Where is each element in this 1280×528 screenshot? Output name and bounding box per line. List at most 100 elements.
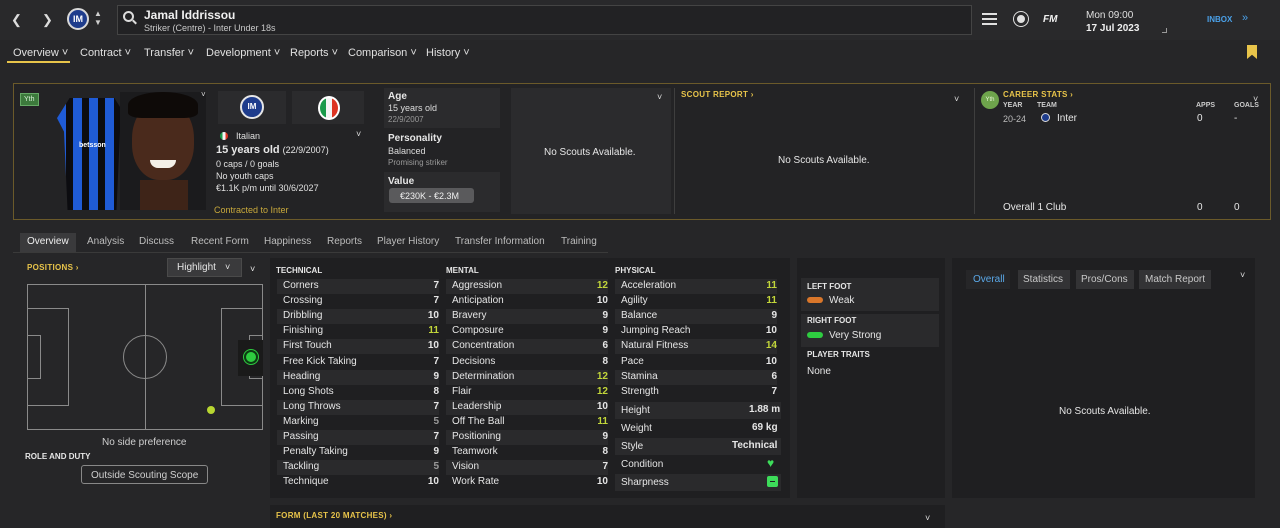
career-apps: 0	[1197, 113, 1203, 124]
subtab-player-history[interactable]: Player History	[377, 236, 439, 247]
contract-status[interactable]: Contracted to Inter	[214, 205, 289, 215]
attribute-row[interactable]: Long Throws 7	[277, 399, 439, 415]
attribute-row[interactable]: Passing 7	[277, 430, 439, 445]
scouts-dropdown-icon[interactable]: ˅	[657, 92, 662, 102]
attribute-row[interactable]: Corners 7	[277, 279, 439, 294]
side-preference: No side preference	[102, 437, 187, 448]
attribute-row[interactable]: Free Kick Taking 7	[277, 355, 439, 370]
menu-contract[interactable]: Contract ˅	[80, 47, 131, 59]
subtab-training[interactable]: Training	[561, 236, 597, 247]
secondary-position-dot[interactable]	[207, 406, 215, 414]
profile-dropdown-icon[interactable]: ˅	[356, 129, 361, 139]
attribute-row[interactable]: Concentration 6	[446, 339, 608, 355]
club-crest-icon[interactable]: IM	[67, 8, 89, 30]
attribute-row[interactable]: Leadership 10	[446, 399, 608, 415]
menu-development[interactable]: Development ˅	[206, 47, 280, 59]
age-value: 15 years old	[388, 103, 438, 113]
attribute-row[interactable]: Stamina 6	[615, 369, 777, 385]
scout-report-dropdown-icon[interactable]: ˅	[954, 94, 959, 104]
career-team[interactable]: Inter	[1057, 113, 1077, 124]
attribute-name: Heading	[283, 370, 321, 382]
subtab-discuss[interactable]: Discuss	[139, 236, 174, 247]
attribute-row[interactable]: Determination 12	[446, 369, 608, 385]
attribute-row[interactable]: Composure 9	[446, 324, 608, 339]
attribute-row[interactable]: Penalty Taking 9	[277, 445, 439, 460]
attribute-name: Anticipation	[452, 295, 504, 307]
career-stats-title[interactable]: CAREER STATS ›	[1003, 90, 1073, 99]
attribute-row[interactable]: Strength 7	[615, 385, 777, 400]
attribute-row[interactable]: Positioning 9	[446, 430, 608, 445]
natural-position-dot[interactable]	[243, 349, 259, 365]
back-icon[interactable]: ❮	[11, 12, 22, 28]
ball-icon[interactable]	[1013, 11, 1029, 27]
right-tab-overall[interactable]: Overall	[973, 274, 1005, 285]
positions-dropdown-icon[interactable]: ˅	[250, 264, 255, 274]
age-dob: 22/9/2007	[388, 115, 424, 124]
player-smile	[150, 160, 176, 168]
subtab-overview[interactable]: Overview	[27, 236, 69, 247]
menu-history[interactable]: History ˅	[426, 47, 470, 59]
attribute-row[interactable]: Anticipation 10	[446, 294, 608, 309]
positions-title[interactable]: POSITIONS ›	[27, 263, 79, 272]
subtab-reports[interactable]: Reports	[327, 236, 362, 247]
inbox-button[interactable]: INBOX	[1207, 15, 1232, 24]
right-tab-statistics[interactable]: Statistics	[1023, 274, 1063, 285]
menu-overview[interactable]: Overview ˅	[13, 47, 68, 59]
attribute-row[interactable]: Aggression 12	[446, 279, 608, 294]
attribute-row[interactable]: Balance 9	[615, 309, 777, 325]
attribute-row[interactable]: Acceleration 11	[615, 279, 777, 294]
form-title[interactable]: FORM (LAST 20 MATCHES) ›	[276, 511, 392, 520]
attribute-row[interactable]: Long Shots 8	[277, 385, 439, 400]
attribute-name: Technique	[283, 476, 329, 488]
right-tab-proscons[interactable]: Pros/Cons	[1081, 274, 1128, 285]
inter-crest-icon: IM	[240, 95, 264, 119]
subtab-happiness[interactable]: Happiness	[264, 236, 311, 247]
attribute-row[interactable]: Vision 7	[446, 460, 608, 476]
subtab-recent-form[interactable]: Recent Form	[191, 236, 249, 247]
attribute-name: Off The Ball	[452, 415, 505, 427]
forward-icon[interactable]: ❯	[42, 12, 53, 28]
date-day[interactable]: 17 Jul 2023	[1086, 23, 1139, 34]
attribute-row[interactable]: Bravery 9	[446, 309, 608, 325]
menu-transfer[interactable]: Transfer ˅	[144, 47, 194, 59]
attribute-row[interactable]: Heading 9	[277, 369, 439, 385]
attribute-row[interactable]: Natural Fitness 14	[615, 339, 777, 355]
age-summary-value: 15 years old	[216, 144, 280, 156]
attribute-row[interactable]: Marking 5	[277, 415, 439, 430]
attribute-row[interactable]: First Touch 10	[277, 339, 439, 355]
menu-comparison[interactable]: Comparison ˅	[348, 47, 417, 59]
condition-heart-icon: ♥	[767, 456, 775, 470]
attribute-name: Concentration	[452, 340, 515, 352]
attribute-row[interactable]: Agility 11	[615, 294, 777, 309]
attribute-row[interactable]: Jumping Reach 10	[615, 324, 777, 339]
subtab-transfer-information[interactable]: Transfer Information	[455, 236, 545, 247]
right-tab-match-report[interactable]: Match Report	[1145, 274, 1205, 285]
menu-icon[interactable]	[982, 13, 997, 25]
career-total-label: Overall 1 Club	[1003, 202, 1067, 213]
report-dropdown-icon[interactable]: ˅	[1240, 270, 1245, 280]
attribute-row[interactable]: Flair 12	[446, 385, 608, 400]
chevron-right-icon[interactable]: »	[1242, 12, 1248, 24]
attribute-row[interactable]: Teamwork 8	[446, 445, 608, 460]
photo-dropdown-icon[interactable]: ˅	[201, 90, 206, 99]
fm-logo[interactable]: FM	[1043, 14, 1057, 25]
scout-report-title[interactable]: SCOUT REPORT ›	[681, 90, 754, 99]
attribute-row[interactable]: Technique 10	[277, 475, 439, 490]
attribute-row[interactable]: Dribbling 10	[277, 309, 439, 325]
attribute-row[interactable]: Crossing 7	[277, 294, 439, 309]
attribute-row[interactable]: Off The Ball 11	[446, 415, 608, 430]
attribute-row[interactable]: Finishing 11	[277, 324, 439, 339]
subtab-analysis[interactable]: Analysis	[87, 236, 124, 247]
attribute-name: Tackling	[283, 461, 320, 473]
attribute-row[interactable]: Decisions 8	[446, 355, 608, 370]
scouts-empty-text: No Scouts Available.	[544, 147, 636, 158]
form-dropdown-icon[interactable]: ˅	[925, 513, 930, 523]
date-time[interactable]: Mon 09:00	[1086, 10, 1133, 21]
pitch-left-six-yard	[27, 335, 41, 379]
attribute-row[interactable]: Work Rate 10	[446, 475, 608, 490]
menu-reports[interactable]: Reports ˅	[290, 47, 338, 59]
attribute-row[interactable]: Pace 10	[615, 355, 777, 370]
bookmark-icon[interactable]	[1247, 45, 1257, 59]
club-switch-icon[interactable]: ▲ ▼	[94, 9, 102, 27]
attribute-row[interactable]: Tackling 5	[277, 460, 439, 476]
